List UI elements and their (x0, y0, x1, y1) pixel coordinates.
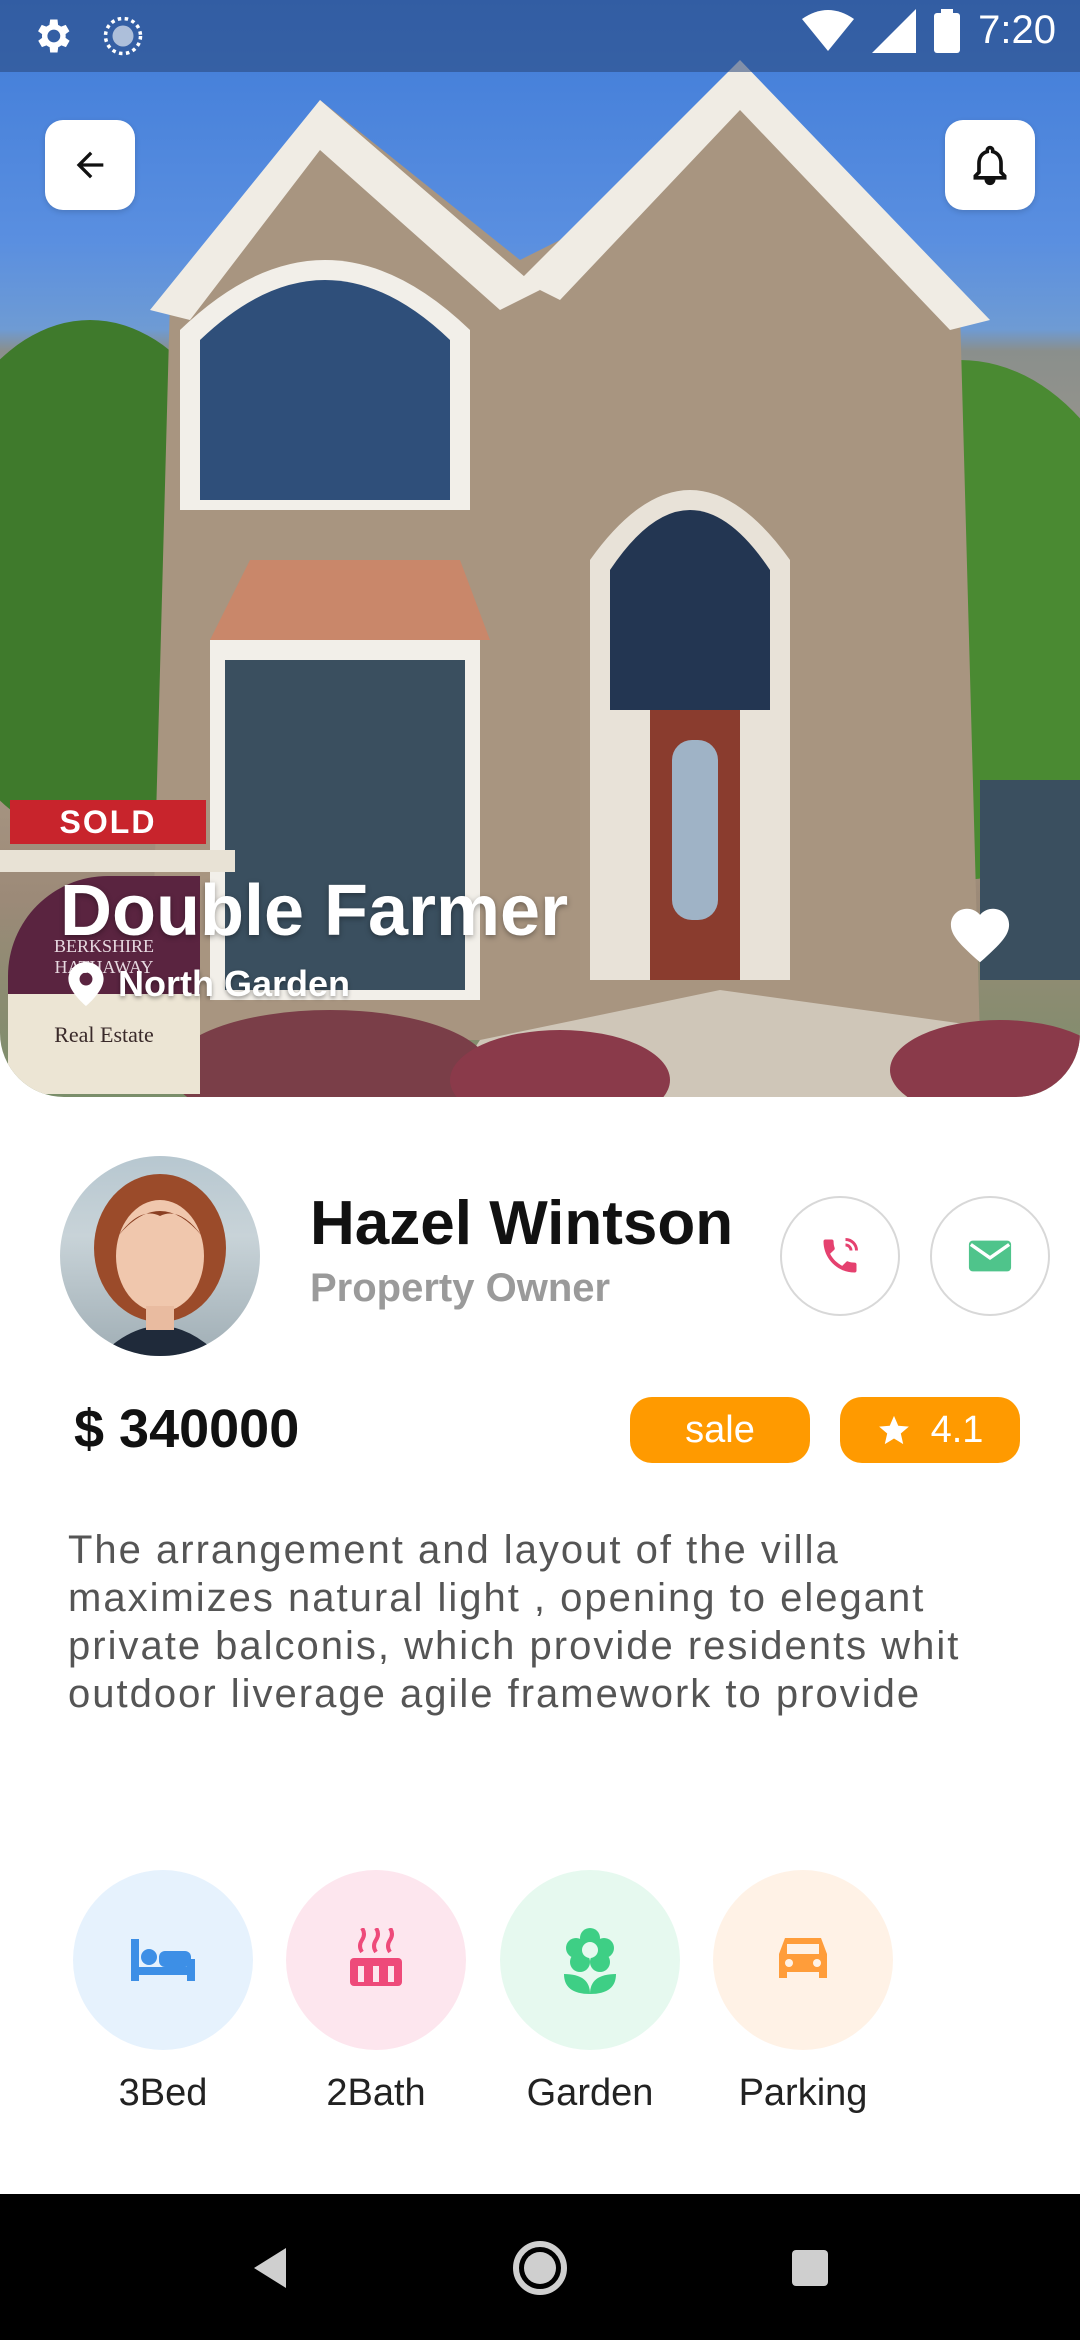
property-description: The arrangement and layout of the villa … (68, 1528, 961, 1716)
back-button[interactable] (45, 120, 135, 210)
nav-recents-icon[interactable] (790, 2248, 830, 2288)
feature-parking[interactable]: Parking (713, 1870, 893, 2115)
flower-icon (564, 1928, 616, 1994)
system-nav-bar (0, 2194, 1080, 2340)
property-location: North Garden (68, 962, 350, 1006)
wifi-icon (802, 9, 855, 51)
feature-bath-label: 2Bath (326, 2072, 426, 2114)
mail-icon (968, 1240, 1012, 1272)
feature-garden[interactable]: Garden (500, 1870, 680, 2115)
feature-bed-label: 3Bed (118, 2072, 208, 2114)
nav-back-icon[interactable] (250, 2246, 290, 2290)
feature-garden-label: Garden (526, 2072, 654, 2114)
owner-name: Hazel Wintson (310, 1189, 734, 1258)
call-button[interactable] (780, 1196, 900, 1316)
avatar-illustration (94, 1174, 226, 1356)
feature-parking-label: Parking (738, 2072, 868, 2114)
heart-icon (950, 908, 1010, 963)
owner-role: Property Owner (310, 1266, 611, 1310)
location-pin-icon (68, 962, 104, 1006)
email-button[interactable] (930, 1196, 1050, 1316)
location-text: North Garden (118, 963, 351, 1004)
feature-garden-bubble (500, 1870, 680, 2050)
bath-icon (350, 1928, 402, 1986)
bed-icon (131, 1939, 195, 1981)
feature-bed-bubble (73, 1870, 253, 2050)
feature-bath[interactable]: 2Bath (286, 1870, 466, 2115)
status-time: 7:20 (978, 8, 1056, 52)
sale-badge: sale (630, 1397, 810, 1463)
battery-icon (934, 8, 961, 53)
hero-image: 7:20 SOLD BERKSHIRE HATHAWAY Real Estate… (0, 0, 1080, 1097)
bell-icon (973, 145, 1007, 186)
favorite-button[interactable] (945, 900, 1015, 969)
sync-icon (103, 16, 143, 56)
car-icon (779, 1938, 827, 1978)
signal-icon (872, 8, 917, 53)
price: $ 340000 (74, 1399, 300, 1459)
feature-parking-bubble (713, 1870, 893, 2050)
nav-home-icon[interactable] (512, 2240, 568, 2296)
arrow-left-icon (76, 151, 104, 179)
sign-sub: Real Estate (8, 994, 200, 1094)
feature-bath-bubble (286, 1870, 466, 2050)
rating-badge: 4.1 (840, 1397, 1020, 1463)
status-bar: 7:20 (0, 0, 1080, 72)
phone-icon (823, 1238, 858, 1273)
settings-icon (38, 19, 70, 53)
feature-bed[interactable]: 3Bed (73, 1870, 253, 2115)
sold-label: SOLD (10, 800, 206, 844)
rating-value: 4.1 (930, 1408, 984, 1451)
star-icon (878, 1415, 909, 1445)
sale-label: sale (685, 1408, 755, 1451)
owner-avatar (60, 1156, 260, 1356)
notification-button[interactable] (945, 120, 1035, 210)
sign-post (0, 850, 235, 872)
property-title: Double Farmer (60, 871, 569, 951)
